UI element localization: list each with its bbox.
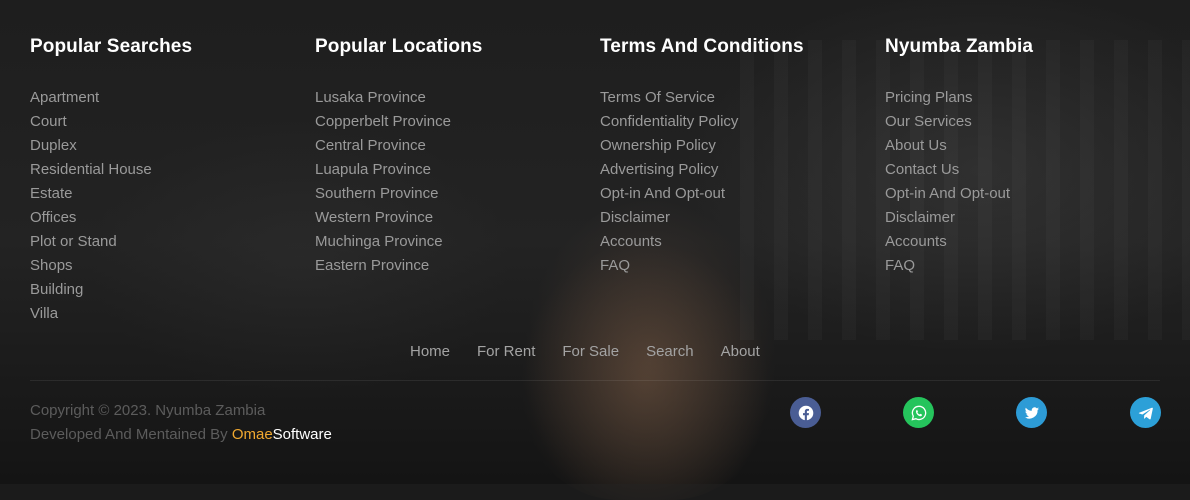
link-list: Pricing Plans Our Services About Us Cont… bbox=[885, 86, 1010, 278]
footer-link[interactable]: Shops bbox=[30, 254, 152, 278]
footer-link[interactable]: FAQ bbox=[600, 254, 738, 278]
footer-link[interactable]: Opt-in And Opt-out bbox=[600, 182, 738, 206]
footer-link[interactable]: Western Province bbox=[315, 206, 451, 230]
column-heading: Popular Searches bbox=[30, 36, 193, 57]
column-heading: Terms And Conditions bbox=[600, 36, 804, 57]
twitter-button[interactable] bbox=[1016, 397, 1047, 428]
bottom-nav: Home For Rent For Sale Search About bbox=[410, 341, 760, 363]
nav-link-about[interactable]: About bbox=[721, 341, 760, 363]
developer-brand-name[interactable]: Software bbox=[273, 426, 332, 443]
footer-link[interactable]: Court bbox=[30, 110, 152, 134]
link-list: Lusaka Province Copperbelt Province Cent… bbox=[315, 86, 451, 278]
footer-link[interactable]: Building bbox=[30, 278, 152, 302]
developer-credit-prefix: Developed And Mentained By bbox=[30, 426, 232, 443]
footer-link[interactable]: Disclaimer bbox=[600, 206, 738, 230]
footer-link[interactable]: Central Province bbox=[315, 134, 451, 158]
nav-link-for-sale[interactable]: For Sale bbox=[562, 341, 619, 363]
footer-link[interactable]: About Us bbox=[885, 134, 1010, 158]
footer-link[interactable]: Copperbelt Province bbox=[315, 110, 451, 134]
footer-link[interactable]: Eastern Province bbox=[315, 254, 451, 278]
footer-link[interactable]: Ownership Policy bbox=[600, 134, 738, 158]
nav-link-home[interactable]: Home bbox=[410, 341, 450, 363]
footer-link[interactable]: Accounts bbox=[600, 230, 738, 254]
footer-link[interactable]: Accounts bbox=[885, 230, 1010, 254]
footer-link[interactable]: Contact Us bbox=[885, 158, 1010, 182]
footer-link[interactable]: Luapula Province bbox=[315, 158, 451, 182]
footer-link[interactable]: Apartment bbox=[30, 86, 152, 110]
copyright-text: Copyright © 2023. Nyumba Zambia bbox=[30, 402, 266, 419]
footer-link[interactable]: Confidentiality Policy bbox=[600, 110, 738, 134]
footer-link[interactable]: Lusaka Province bbox=[315, 86, 451, 110]
nav-link-for-rent[interactable]: For Rent bbox=[477, 341, 535, 363]
footer-link[interactable]: Opt-in And Opt-out bbox=[885, 182, 1010, 206]
telegram-icon bbox=[1138, 407, 1153, 419]
twitter-icon bbox=[1024, 406, 1039, 419]
footer-column-nyumba-zambia: Nyumba Zambia Pricing Plans Our Services… bbox=[885, 33, 1145, 274]
telegram-button[interactable] bbox=[1130, 397, 1161, 428]
footer-divider bbox=[30, 380, 1160, 381]
column-heading: Nyumba Zambia bbox=[885, 36, 1034, 57]
developer-credit: Developed And Mentained By OmaeSoftware bbox=[30, 423, 332, 447]
footer-link[interactable]: Southern Province bbox=[315, 182, 451, 206]
site-footer: Popular Searches Apartment Court Duplex … bbox=[0, 0, 1190, 484]
link-list: Terms Of Service Confidentiality Policy … bbox=[600, 86, 738, 278]
developer-brand-accent[interactable]: Omae bbox=[232, 426, 273, 443]
footer-link[interactable]: FAQ bbox=[885, 254, 1010, 278]
column-heading: Popular Locations bbox=[315, 36, 483, 57]
copyright-block: Copyright © 2023. Nyumba Zambia Develope… bbox=[30, 399, 332, 447]
footer-link[interactable]: Residential House bbox=[30, 158, 152, 182]
facebook-icon bbox=[798, 405, 813, 421]
footer-column-popular-locations: Popular Locations Lusaka Province Copper… bbox=[315, 33, 575, 274]
footer-link[interactable]: Muchinga Province bbox=[315, 230, 451, 254]
footer-column-popular-searches: Popular Searches Apartment Court Duplex … bbox=[30, 33, 290, 322]
whatsapp-icon bbox=[910, 405, 926, 421]
footer-link[interactable]: Villa bbox=[30, 302, 152, 326]
footer-link[interactable]: Estate bbox=[30, 182, 152, 206]
footer-link[interactable]: Pricing Plans bbox=[885, 86, 1010, 110]
nav-link-search[interactable]: Search bbox=[646, 341, 694, 363]
footer-link[interactable]: Terms Of Service bbox=[600, 86, 738, 110]
whatsapp-button[interactable] bbox=[903, 397, 934, 428]
footer-link[interactable]: Disclaimer bbox=[885, 206, 1010, 230]
footer-link[interactable]: Plot or Stand bbox=[30, 230, 152, 254]
footer-link[interactable]: Our Services bbox=[885, 110, 1010, 134]
footer-link[interactable]: Offices bbox=[30, 206, 152, 230]
link-list: Apartment Court Duplex Residential House… bbox=[30, 86, 152, 326]
footer-link[interactable]: Advertising Policy bbox=[600, 158, 738, 182]
facebook-button[interactable] bbox=[790, 397, 821, 428]
footer-link[interactable]: Duplex bbox=[30, 134, 152, 158]
footer-column-terms: Terms And Conditions Terms Of Service Co… bbox=[600, 33, 860, 274]
